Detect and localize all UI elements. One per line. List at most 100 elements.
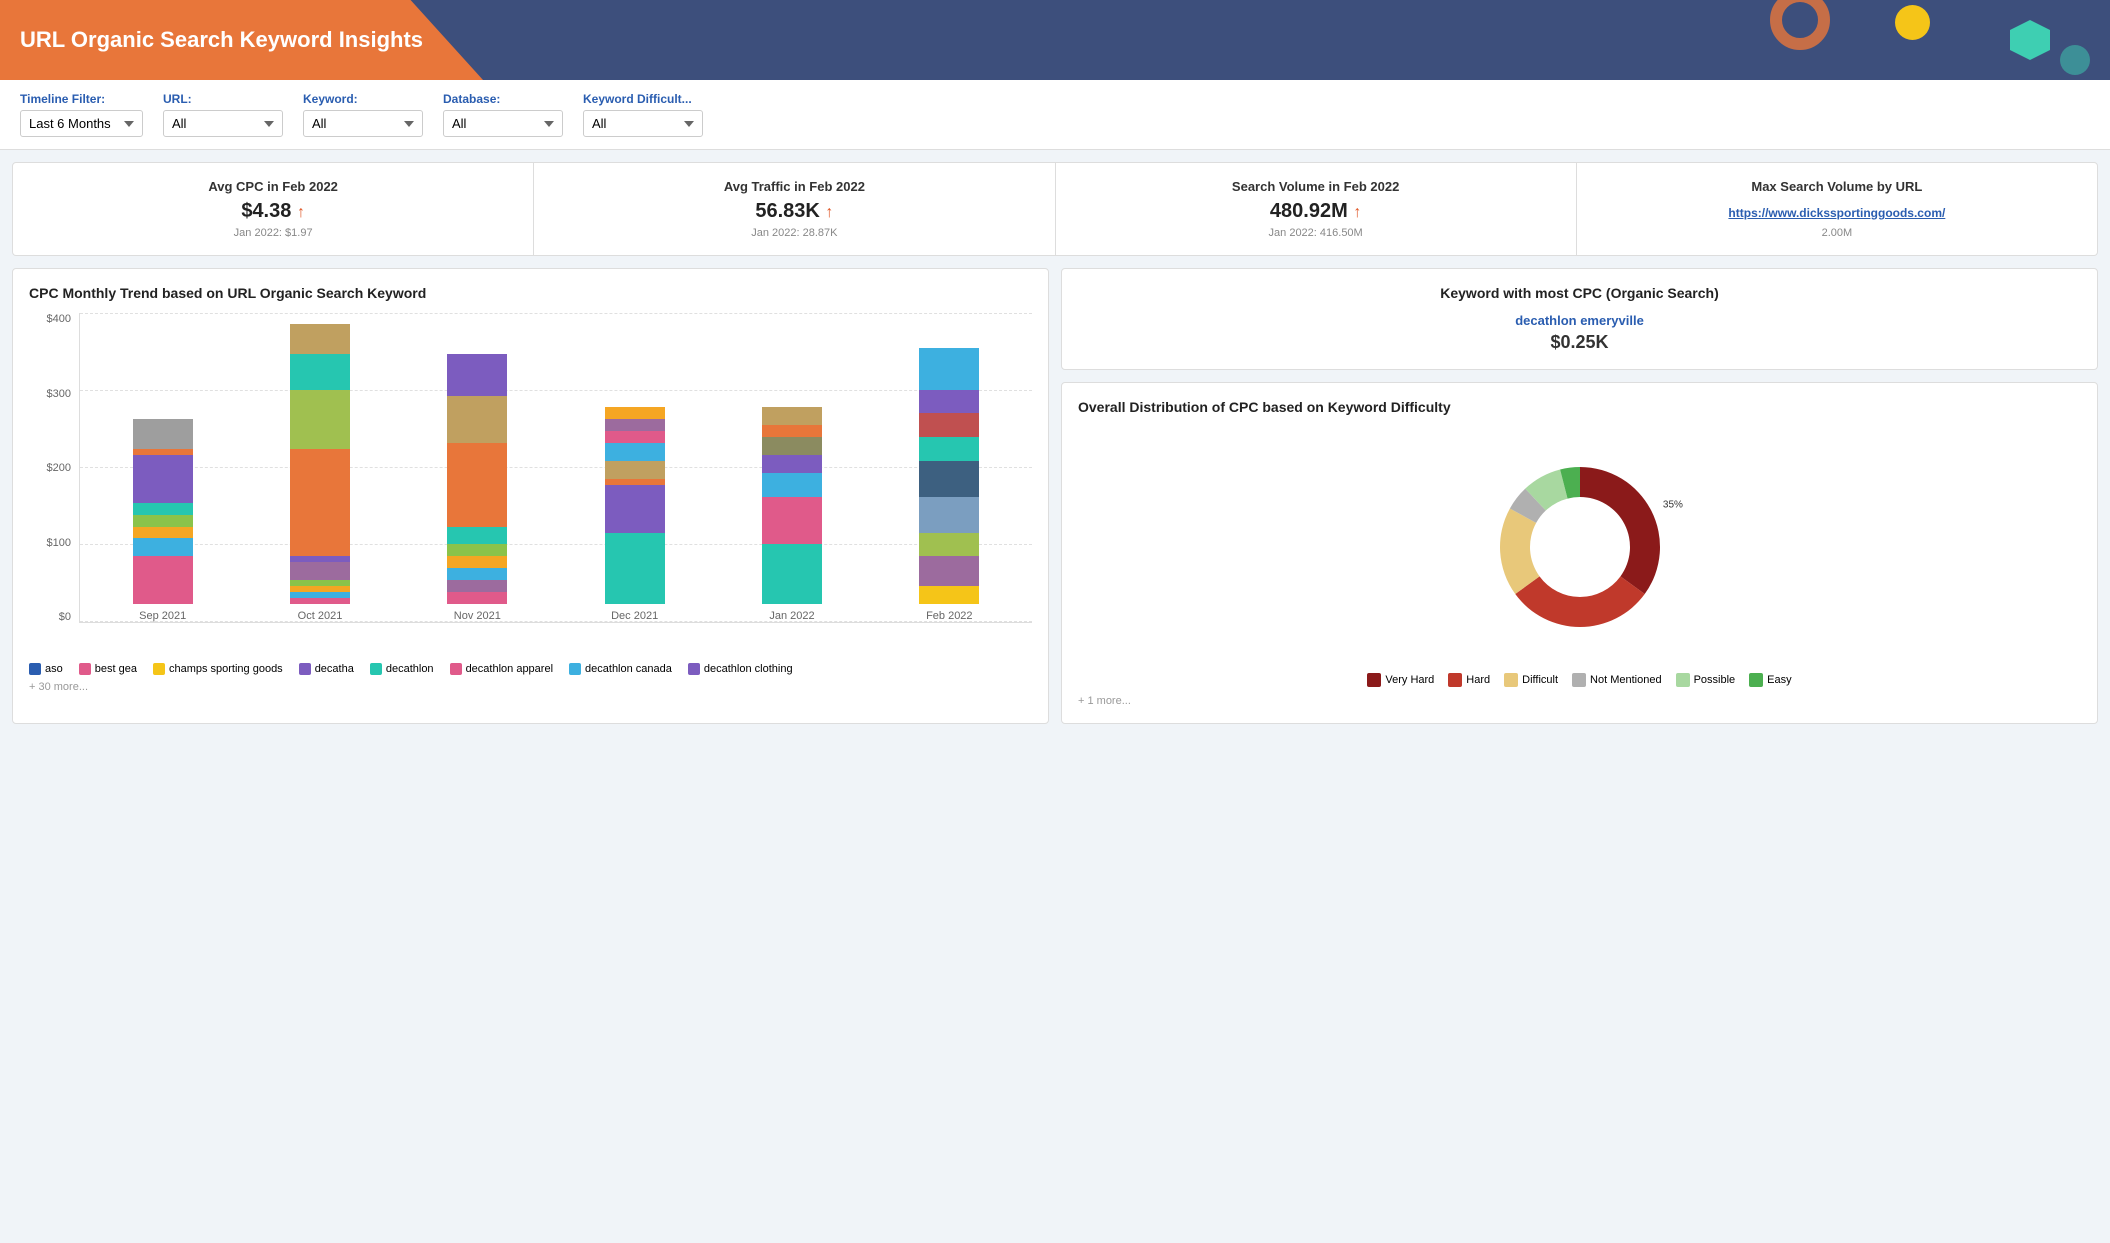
bar-segment [605, 533, 665, 604]
kpi-max-search-volume-sub2: 2.00M [1593, 227, 2081, 239]
bar-group: Sep 2021 [90, 419, 235, 622]
kpi-search-volume-sub: Jan 2022: 416.50M [1072, 227, 1560, 239]
legend-item: decathlon clothing [688, 663, 793, 675]
legend-item: aso [29, 663, 63, 675]
database-filter-select[interactable]: All [443, 110, 563, 137]
bar-segment [447, 527, 507, 545]
stacked-bar [447, 354, 507, 604]
donut-legend-label: Possible [1694, 674, 1736, 686]
donut-segment [1515, 576, 1644, 627]
bar-segment [447, 568, 507, 580]
donut-legend-item: Easy [1749, 673, 1791, 687]
keyword-difficulty-filter-group: Keyword Difficult... All [583, 92, 703, 137]
donut-legend-item: Difficult [1504, 673, 1558, 687]
kpi-avg-cpc-sub: Jan 2022: $1.97 [29, 227, 517, 239]
kpi-avg-cpc-title: Avg CPC in Feb 2022 [29, 179, 517, 194]
donut-more[interactable]: + 1 more... [1078, 695, 2081, 707]
bar-group: Jan 2022 [719, 407, 864, 622]
bar-segment [133, 455, 193, 503]
database-filter-group: Database: All [443, 92, 563, 137]
stacked-bar [762, 407, 822, 604]
bar-x-label: Nov 2021 [454, 610, 501, 622]
bar-segment [447, 354, 507, 396]
bar-segment [133, 503, 193, 515]
deco-circle-orange-icon [1770, 0, 1830, 50]
legend-label: best gea [95, 663, 137, 675]
bar-segment [919, 413, 979, 437]
legend-label: decathlon apparel [466, 663, 553, 675]
bar-segment [919, 390, 979, 414]
bar-segment [133, 515, 193, 527]
url-filter-label: URL: [163, 92, 283, 106]
legend-label: aso [45, 663, 63, 675]
kpi-max-search-volume-title: Max Search Volume by URL [1593, 179, 2081, 194]
donut-legend-label: Easy [1767, 674, 1791, 686]
filters-bar: Timeline Filter: Last 6 Months Last 3 Mo… [0, 80, 2110, 150]
stacked-bar [919, 348, 979, 604]
bar-chart-legend: asobest geachamps sporting goodsdecathad… [29, 663, 1032, 675]
bar-segment [762, 544, 822, 604]
y-label-200: $200 [47, 462, 71, 474]
donut-legend-label: Difficult [1522, 674, 1558, 686]
legend-label: decathlon canada [585, 663, 672, 675]
database-filter-label: Database: [443, 92, 563, 106]
keyword-filter-label: Keyword: [303, 92, 423, 106]
header-title-bg: URL Organic Search Keyword Insights [0, 0, 483, 80]
donut-legend-color-box [1749, 673, 1763, 687]
bar-segment [447, 396, 507, 444]
donut-legend-label: Not Mentioned [1590, 674, 1662, 686]
legend-item: best gea [79, 663, 137, 675]
legend-label: champs sporting goods [169, 663, 283, 675]
legend-label: decathlon clothing [704, 663, 793, 675]
y-label-0: $0 [59, 611, 71, 623]
deco-hex-green-icon [2010, 20, 2050, 60]
bar-segment [919, 556, 979, 586]
bar-chart-panel: CPC Monthly Trend based on URL Organic S… [12, 268, 1049, 724]
bar-chart-more[interactable]: + 30 more... [29, 681, 1032, 693]
bar-segment [919, 586, 979, 604]
bar-x-label: Feb 2022 [926, 610, 972, 622]
bar-segment [762, 425, 822, 437]
legend-color-box [450, 663, 462, 675]
legend-color-box [569, 663, 581, 675]
bar-segment [290, 562, 350, 580]
timeline-filter-label: Timeline Filter: [20, 92, 143, 106]
bar-group: Dec 2021 [562, 407, 707, 622]
bar-segment [605, 461, 665, 479]
y-label-100: $100 [47, 537, 71, 549]
bar-chart-title: CPC Monthly Trend based on URL Organic S… [29, 285, 1032, 301]
legend-item: decathlon apparel [450, 663, 553, 675]
donut-legend-item: Very Hard [1367, 673, 1434, 687]
donut-chart-title: Overall Distribution of CPC based on Key… [1078, 399, 2081, 415]
donut-chart-panel: Overall Distribution of CPC based on Key… [1061, 382, 2098, 724]
bar-segment [605, 431, 665, 443]
keyword-filter-select[interactable]: All [303, 110, 423, 137]
timeline-filter-select[interactable]: Last 6 Months Last 3 Months Last 12 Mont… [20, 110, 143, 137]
legend-label: decathlon [386, 663, 434, 675]
donut-area: 35% Very HardHardDifficultNot MentionedP… [1078, 427, 2081, 707]
legend-item: decathlon canada [569, 663, 672, 675]
bar-segment [919, 461, 979, 497]
kpi-search-volume-value: 480.92M ↑ [1072, 200, 1560, 223]
bar-segment [447, 544, 507, 556]
bar-segment [762, 473, 822, 497]
bar-chart-area: $0 $100 $200 $300 $400 Sep 2021Oct 2021N… [29, 313, 1032, 653]
donut-legend-item: Hard [1448, 673, 1490, 687]
bar-x-label: Oct 2021 [298, 610, 343, 622]
bar-group: Oct 2021 [247, 324, 392, 622]
donut-legend-color-box [1676, 673, 1690, 687]
bar-segment [447, 556, 507, 568]
kpi-avg-traffic-sub: Jan 2022: 28.87K [550, 227, 1038, 239]
url-filter-select[interactable]: All [163, 110, 283, 137]
deco-circle-yellow-icon [1895, 5, 1930, 40]
legend-color-box [153, 663, 165, 675]
donut-legend-item: Possible [1676, 673, 1736, 687]
kpi-max-search-volume-url[interactable]: https://www.dickssportinggoods.com/ [1728, 206, 1945, 220]
keyword-cpc-value: $0.25K [1078, 332, 2081, 353]
keyword-filter-group: Keyword: All [303, 92, 423, 137]
legend-item: decathlon [370, 663, 434, 675]
legend-color-box [688, 663, 700, 675]
keyword-difficulty-filter-select[interactable]: All [583, 110, 703, 137]
donut-legend-color-box [1572, 673, 1586, 687]
bar-segment [133, 556, 193, 604]
